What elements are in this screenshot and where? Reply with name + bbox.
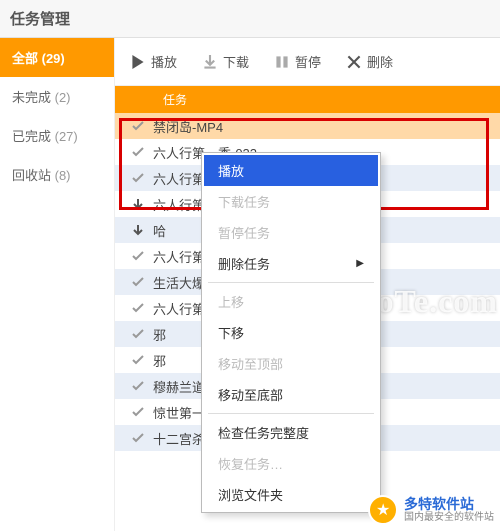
menu-item-5: 上移 bbox=[204, 286, 378, 317]
sidebar-item-label: 已完成 bbox=[12, 129, 55, 144]
menu-item-label: 下移 bbox=[218, 323, 244, 342]
download-button[interactable]: 下载 bbox=[191, 46, 261, 77]
toolbar: 播放 下载 暂停 删除 bbox=[115, 38, 500, 86]
download-icon bbox=[203, 55, 217, 69]
pause-icon bbox=[275, 55, 289, 69]
menu-item-label: 恢复任务… bbox=[218, 454, 283, 473]
menu-item-label: 上移 bbox=[218, 292, 244, 311]
menu-item-label: 浏览文件夹 bbox=[218, 485, 283, 504]
badge-logo-icon bbox=[368, 495, 398, 525]
sidebar-item-count: (29) bbox=[42, 51, 65, 66]
sidebar-item-3[interactable]: 回收站 (8) bbox=[0, 155, 114, 194]
menu-item-12[interactable]: 浏览文件夹 bbox=[204, 479, 378, 510]
sidebar: 全部 (29)未完成 (2)已完成 (27)回收站 (8) bbox=[0, 38, 115, 531]
pause-label: 暂停 bbox=[295, 52, 321, 71]
menu-item-1: 下载任务 bbox=[204, 186, 378, 217]
sidebar-item-1[interactable]: 未完成 (2) bbox=[0, 77, 114, 116]
check-icon bbox=[123, 431, 153, 445]
sidebar-item-0[interactable]: 全部 (29) bbox=[0, 38, 114, 77]
menu-item-10[interactable]: 检查任务完整度 bbox=[204, 417, 378, 448]
download-arrow-icon bbox=[123, 223, 153, 237]
main-area: 播放 下载 暂停 删除 任务 禁闭岛-MP4六人行第一季-022六人行第一季-0… bbox=[115, 38, 500, 531]
menu-item-7: 移动至顶部 bbox=[204, 348, 378, 379]
badge-title: 多特软件站 bbox=[404, 496, 494, 513]
pause-button[interactable]: 暂停 bbox=[263, 46, 333, 77]
play-button[interactable]: 播放 bbox=[119, 46, 189, 77]
download-label: 下载 bbox=[223, 52, 249, 71]
menu-item-label: 移动至底部 bbox=[218, 385, 283, 404]
task-column-header: 任务 bbox=[115, 86, 500, 113]
check-icon bbox=[123, 353, 153, 367]
delete-button[interactable]: 删除 bbox=[335, 46, 405, 77]
menu-item-6[interactable]: 下移 bbox=[204, 317, 378, 348]
sidebar-item-count: (8) bbox=[55, 168, 71, 183]
check-icon bbox=[123, 119, 153, 133]
sidebar-item-2[interactable]: 已完成 (27) bbox=[0, 116, 114, 155]
menu-item-2: 暂停任务 bbox=[204, 217, 378, 248]
menu-item-11: 恢复任务… bbox=[204, 448, 378, 479]
task-row[interactable]: 禁闭岛-MP4 bbox=[115, 113, 500, 139]
main-layout: 全部 (29)未完成 (2)已完成 (27)回收站 (8) 播放 下载 暂停 删… bbox=[0, 38, 500, 531]
sidebar-item-label: 全部 bbox=[12, 51, 42, 66]
sidebar-item-label: 回收站 bbox=[12, 168, 55, 183]
task-name: 禁闭岛-MP4 bbox=[153, 117, 492, 136]
menu-separator bbox=[208, 413, 374, 414]
download-arrow-icon bbox=[123, 197, 153, 211]
menu-item-0[interactable]: 播放 bbox=[204, 155, 378, 186]
check-icon bbox=[123, 145, 153, 159]
window-title: 任务管理 bbox=[0, 0, 500, 38]
delete-label: 删除 bbox=[367, 52, 393, 71]
play-icon bbox=[131, 55, 145, 69]
menu-item-label: 暂停任务 bbox=[218, 223, 270, 242]
check-icon bbox=[123, 275, 153, 289]
badge-text: 多特软件站 国内最安全的软件站 bbox=[404, 496, 494, 525]
sidebar-item-count: (2) bbox=[55, 90, 71, 105]
check-icon bbox=[123, 171, 153, 185]
play-label: 播放 bbox=[151, 52, 177, 71]
menu-item-label: 播放 bbox=[218, 161, 244, 180]
check-icon bbox=[123, 379, 153, 393]
check-icon bbox=[123, 405, 153, 419]
badge-subtitle: 国内最安全的软件站 bbox=[404, 512, 494, 524]
sidebar-item-label: 未完成 bbox=[12, 90, 55, 105]
menu-item-label: 下载任务 bbox=[218, 192, 270, 211]
site-badge: 多特软件站 国内最安全的软件站 bbox=[368, 495, 494, 525]
submenu-arrow-icon: ▶ bbox=[356, 258, 364, 269]
menu-item-label: 检查任务完整度 bbox=[218, 423, 309, 442]
check-icon bbox=[123, 327, 153, 341]
delete-icon bbox=[347, 55, 361, 69]
menu-item-8[interactable]: 移动至底部 bbox=[204, 379, 378, 410]
menu-item-3[interactable]: 删除任务 ▶ bbox=[204, 248, 378, 279]
check-icon bbox=[123, 249, 153, 263]
sidebar-item-count: (27) bbox=[55, 129, 78, 144]
menu-separator bbox=[208, 282, 374, 283]
menu-item-label: 删除任务 bbox=[218, 254, 270, 273]
context-menu: 播放下载任务暂停任务删除任务 ▶ 上移下移移动至顶部移动至底部检查任务完整度恢复任务… bbox=[201, 152, 381, 513]
check-icon bbox=[123, 301, 153, 315]
menu-item-label: 移动至顶部 bbox=[218, 354, 283, 373]
